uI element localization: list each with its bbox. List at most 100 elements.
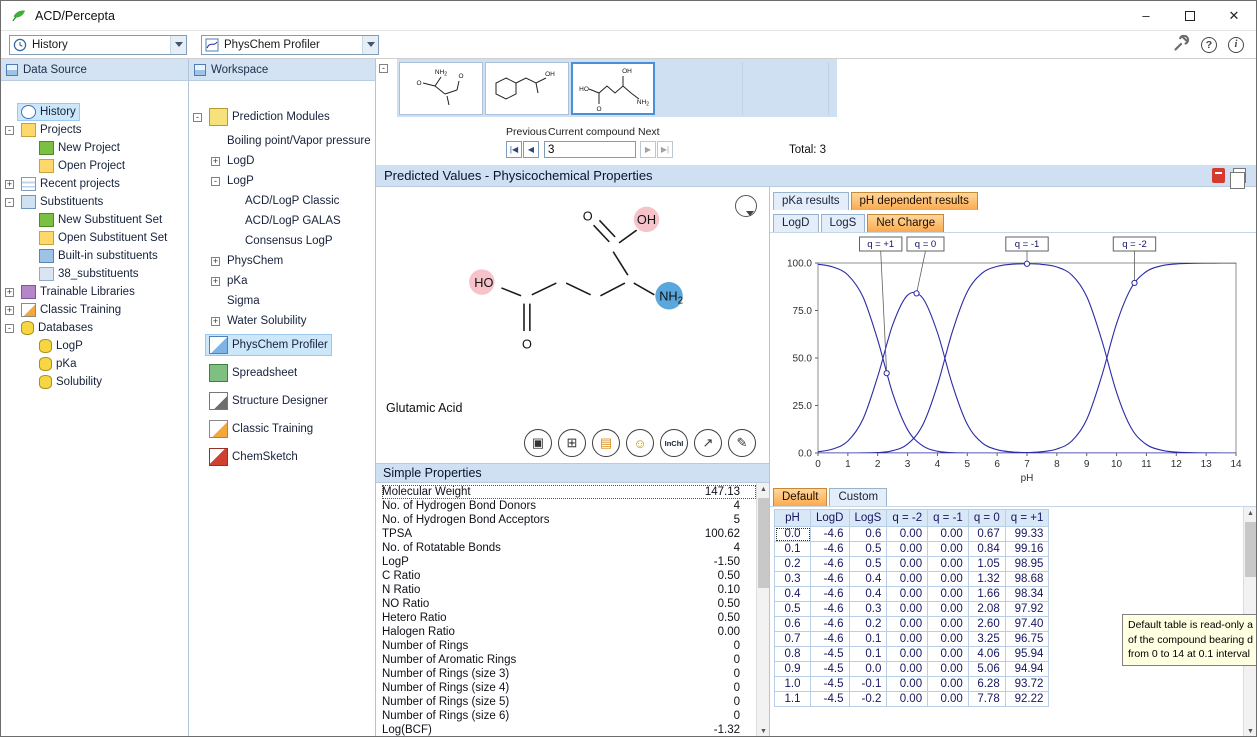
table-row[interactable]: 0.4-4.60.40.000.001.6698.34 xyxy=(775,587,1049,602)
workspace-item-pka[interactable]: +pKa xyxy=(189,271,375,291)
expander-icon[interactable]: - xyxy=(193,113,202,122)
scrollbar-thumb[interactable] xyxy=(758,498,769,588)
table-row[interactable]: 0.3-4.60.40.000.001.3298.68 xyxy=(775,572,1049,587)
search-structure-icon[interactable]: ⊞ xyxy=(558,429,586,457)
property-row[interactable]: Number of Rings (size 5)0 xyxy=(382,695,756,709)
table-row[interactable]: 0.6-4.60.20.000.002.6097.40 xyxy=(775,617,1049,632)
copy-report-icon[interactable] xyxy=(1233,168,1246,183)
inchi-icon[interactable]: InChI xyxy=(660,429,688,457)
property-row[interactable]: N Ratio0.10 xyxy=(382,583,756,597)
data-source-item-databases[interactable]: -Databases xyxy=(1,319,188,337)
column-header[interactable]: q = -1 xyxy=(928,510,969,527)
data-source-item-projects[interactable]: -Projects xyxy=(1,121,188,139)
data-source-item-new-substituent-set[interactable]: New Substituent Set xyxy=(1,211,188,229)
property-row[interactable]: Molecular Weight147.13 xyxy=(382,485,756,499)
property-row[interactable]: LogP-1.50 xyxy=(382,555,756,569)
table-tab-custom[interactable]: Custom xyxy=(829,488,887,506)
expander-icon[interactable]: + xyxy=(211,317,220,326)
table-row[interactable]: 0.8-4.50.10.000.004.0695.94 xyxy=(775,647,1049,662)
data-source-item-classic-training[interactable]: +Classic Training xyxy=(1,301,188,319)
table-row[interactable]: 0.7-4.60.10.000.003.2596.75 xyxy=(775,632,1049,647)
edit-structure-icon[interactable]: ✎ xyxy=(728,429,756,457)
property-row[interactable]: No. of Hydrogen Bond Donors4 xyxy=(382,499,756,513)
workspace-item-logp[interactable]: -LogP xyxy=(189,171,375,191)
subtab-logs[interactable]: LogS xyxy=(821,214,866,232)
workspace-item-boiling-point-vapor-pressure[interactable]: Boiling point/Vapor pressure xyxy=(189,131,375,151)
workspace-item-structure-designer[interactable]: Structure Designer xyxy=(189,387,375,415)
data-source-item-substituents[interactable]: -Substituents xyxy=(1,193,188,211)
table-row[interactable]: 0.5-4.60.30.000.002.0897.92 xyxy=(775,602,1049,617)
workspace-item-acd-logp-classic[interactable]: ACD/LogP Classic xyxy=(189,191,375,211)
property-row[interactable]: Log(BCF)-1.32 xyxy=(382,723,756,737)
table-row[interactable]: 0.2-4.60.50.000.001.0598.95 xyxy=(775,557,1049,572)
expander-icon[interactable]: - xyxy=(5,198,14,207)
combo-dropdown-icon[interactable] xyxy=(362,36,378,54)
subtab-net-charge[interactable]: Net Charge xyxy=(867,214,944,232)
combo-dropdown-icon[interactable] xyxy=(170,36,186,54)
tab-ph-dependent-results[interactable]: pH dependent results xyxy=(851,192,978,210)
dictionary-icon[interactable]: ▤ xyxy=(592,429,620,457)
data-source-item-trainable-libraries[interactable]: +Trainable Libraries xyxy=(1,283,188,301)
expander-icon[interactable]: - xyxy=(5,126,14,135)
data-source-selector[interactable]: History xyxy=(9,35,187,55)
column-header[interactable]: LogS xyxy=(849,510,887,527)
property-row[interactable]: NO Ratio0.50 xyxy=(382,597,756,611)
tools-wrench-icon[interactable] xyxy=(1172,35,1190,55)
property-row[interactable]: No. of Rotatable Bonds4 xyxy=(382,541,756,555)
next-compound-button[interactable]: ▶ xyxy=(640,141,656,158)
scroll-up-icon[interactable] xyxy=(1244,507,1256,520)
data-source-item-pka[interactable]: pKa xyxy=(1,355,188,373)
subtab-logd[interactable]: LogD xyxy=(773,214,819,232)
current-compound-input[interactable] xyxy=(544,141,636,158)
scroll-up-icon[interactable] xyxy=(757,483,769,496)
workspace-item-prediction-modules[interactable]: -Prediction Modules xyxy=(189,103,375,131)
scrollbar-thumb[interactable] xyxy=(1245,522,1256,577)
pdf-export-icon[interactable] xyxy=(1212,168,1225,183)
column-header[interactable]: LogD xyxy=(811,510,850,527)
tab-pka-results[interactable]: pKa results xyxy=(773,192,849,210)
property-row[interactable]: Number of Rings (size 4)0 xyxy=(382,681,756,695)
table-row[interactable]: 1.0-4.5-0.10.000.006.2893.72 xyxy=(775,677,1049,692)
property-row[interactable]: Hetero Ratio0.50 xyxy=(382,611,756,625)
info-icon[interactable] xyxy=(1228,37,1244,53)
property-row[interactable]: Number of Rings (size 3)0 xyxy=(382,667,756,681)
data-source-item-solubility[interactable]: Solubility xyxy=(1,373,188,391)
smiles-icon[interactable]: ☺ xyxy=(626,429,654,457)
export-icon[interactable]: ↗ xyxy=(694,429,722,457)
data-source-item-open-project[interactable]: Open Project xyxy=(1,157,188,175)
compound-thumbnail-3[interactable]: HO O OH NH2 xyxy=(571,62,655,115)
workspace-item-spreadsheet[interactable]: Spreadsheet xyxy=(189,359,375,387)
workspace-item-physchem-profiler[interactable]: PhysChem Profiler xyxy=(189,331,375,359)
expander-icon[interactable]: + xyxy=(211,157,220,166)
column-header[interactable]: pH xyxy=(775,510,811,527)
expander-icon[interactable]: + xyxy=(211,277,220,286)
column-header[interactable]: q = +1 xyxy=(1005,510,1049,527)
property-row[interactable]: Number of Rings0 xyxy=(382,639,756,653)
data-source-item-recent-projects[interactable]: +Recent projects xyxy=(1,175,188,193)
compound-thumbnail-1[interactable]: NH2 O O xyxy=(399,62,483,115)
expander-icon[interactable]: - xyxy=(5,324,14,333)
property-row[interactable]: TPSA100.62 xyxy=(382,527,756,541)
compound-thumbnail-2[interactable]: OH xyxy=(485,62,569,115)
data-source-item-open-substituent-set[interactable]: Open Substituent Set xyxy=(1,229,188,247)
close-button[interactable]: ✕ xyxy=(1212,1,1256,31)
workspace-selector[interactable]: PhysChem Profiler xyxy=(201,35,379,55)
collapse-strip-button[interactable]: - xyxy=(379,64,388,73)
table-row[interactable]: 1.1-4.5-0.20.000.007.7892.22 xyxy=(775,692,1049,707)
property-row[interactable]: Number of Aromatic Rings0 xyxy=(382,653,756,667)
data-source-item-history[interactable]: History xyxy=(1,103,188,121)
table-row[interactable]: 0.9-4.50.00.000.005.0694.94 xyxy=(775,662,1049,677)
scroll-down-icon[interactable] xyxy=(1244,725,1256,737)
report-icon[interactable]: ▣ xyxy=(524,429,552,457)
workspace-item-water-solubility[interactable]: +Water Solubility xyxy=(189,311,375,331)
property-row[interactable]: No. of Hydrogen Bond Acceptors5 xyxy=(382,513,756,527)
expander-icon[interactable]: + xyxy=(5,180,14,189)
last-compound-button[interactable]: ▶| xyxy=(657,141,673,158)
data-source-item-built-in-substituents[interactable]: Built-in substituents xyxy=(1,247,188,265)
workspace-item-sigma[interactable]: Sigma xyxy=(189,291,375,311)
expander-icon[interactable]: - xyxy=(211,177,220,186)
column-header[interactable]: q = 0 xyxy=(968,510,1005,527)
table-row[interactable]: 0.0-4.60.60.000.000.6799.33 xyxy=(775,527,1049,542)
column-header[interactable]: q = -2 xyxy=(887,510,928,527)
workspace-item-chemsketch[interactable]: ChemSketch xyxy=(189,443,375,471)
